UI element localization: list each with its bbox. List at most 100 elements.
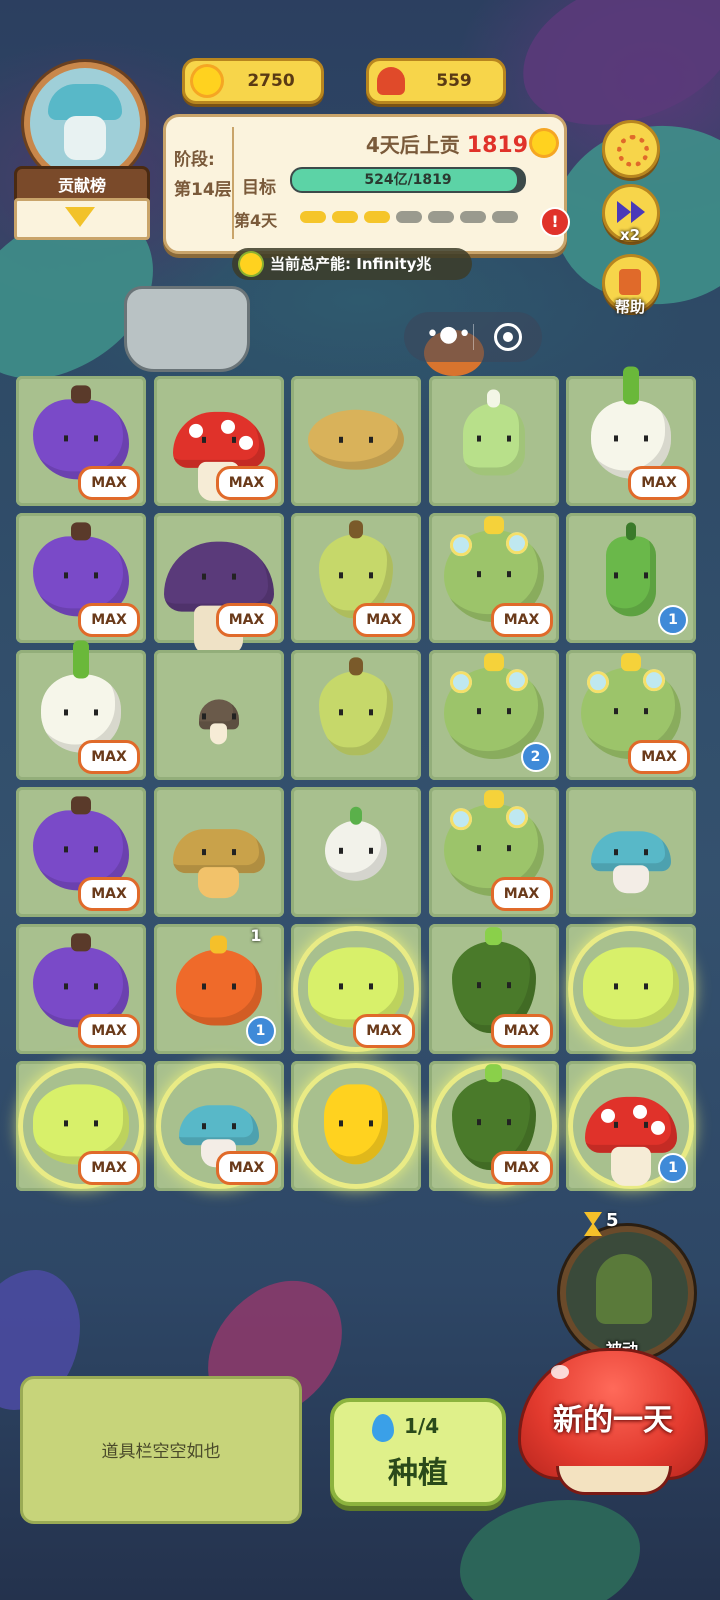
plant-face [201, 1123, 236, 1130]
day-progress [300, 205, 540, 229]
grid-tile[interactable]: MAX [16, 924, 146, 1054]
production-row: 当前总产能: Infinity兆 [270, 248, 431, 280]
plant-face [64, 983, 98, 990]
small-mushroom-icon [198, 699, 239, 745]
plant-face [64, 709, 98, 716]
grid-tile[interactable]: MAX [153, 376, 284, 506]
day-dash [332, 211, 358, 223]
grid-tile[interactable] [291, 787, 421, 917]
help-label: 帮助 [614, 298, 645, 316]
grid-tile[interactable]: MAX [428, 513, 559, 643]
mushroom-value: 559 [436, 71, 472, 91]
sun-icon [532, 131, 556, 155]
growth-counter: 1 [250, 926, 262, 945]
grid-tile[interactable]: MAX [566, 650, 696, 780]
day-dash [364, 211, 390, 223]
plant-stem [485, 927, 502, 946]
grid-tile[interactable]: 11 [153, 924, 284, 1054]
alert-icon[interactable]: ! [540, 207, 570, 237]
hourglass-icon [584, 1212, 602, 1236]
pear-icon [319, 657, 393, 756]
day-dash [492, 211, 518, 223]
plant-face [64, 572, 98, 579]
plant-stem [626, 522, 636, 541]
sun-counter: 2750 [182, 58, 324, 104]
grid-tile[interactable] [291, 1061, 421, 1191]
menu-capsule[interactable]: •●• [404, 312, 542, 362]
plant-stem [483, 516, 504, 535]
grid-tile[interactable] [153, 787, 284, 917]
flower-icon [449, 534, 472, 557]
plant-stem [621, 653, 641, 672]
plant-stem [71, 933, 91, 952]
flower-icon [587, 671, 609, 694]
grid-tile[interactable]: MAX [16, 376, 146, 506]
plant-stem [71, 796, 91, 815]
red-mushroom-icon [172, 411, 265, 502]
mushroom-spot [651, 1120, 665, 1135]
purple-mushroom-icon [163, 541, 274, 655]
fast-forward-icon [617, 201, 645, 223]
grid-tile[interactable] [153, 650, 284, 780]
deadline-text: 4天后上贡 [365, 133, 460, 157]
max-badge: MAX [78, 877, 140, 911]
settings-button[interactable] [602, 120, 660, 178]
grid-tile[interactable]: MAX [16, 640, 146, 780]
grid-tile[interactable]: MAX [428, 1061, 559, 1191]
plant-button[interactable]: 1/4 种植 [330, 1398, 506, 1506]
max-badge: MAX [215, 1151, 278, 1185]
grid-tile[interactable]: MAX [153, 513, 284, 655]
flower-icon [505, 806, 528, 829]
grid-tile[interactable]: 1 [566, 1061, 696, 1191]
plant-stem [348, 520, 364, 539]
day-dash [396, 211, 422, 223]
leaderboard-button[interactable]: 贡献榜 [12, 58, 150, 240]
grid-tile[interactable]: MAX [291, 513, 421, 643]
plant-face [476, 845, 511, 852]
turnip-icon [325, 806, 387, 881]
grid-tile[interactable] [428, 376, 559, 506]
passive-count: 5 [606, 1210, 619, 1231]
day-dash [428, 211, 454, 223]
plant-grid: MAX MAX MAX MAX MAX MAX MAX 1 MAX 2 MAX MAX MAX MAX 1 1… [16, 366, 696, 1196]
grid-tile[interactable]: MAX [566, 366, 696, 506]
more-icon[interactable]: •●• [426, 324, 471, 349]
plant-face [614, 983, 648, 990]
grid-tile[interactable]: MAX [153, 1061, 284, 1191]
plant-face [339, 847, 373, 854]
close-circle-icon[interactable] [494, 323, 522, 351]
grid-tile[interactable]: MAX [16, 787, 146, 917]
grid-tile[interactable] [566, 924, 696, 1054]
plant-face [64, 1120, 98, 1127]
grid-tile[interactable]: MAX [16, 513, 146, 643]
max-badge: MAX [215, 466, 278, 500]
plant-face [614, 849, 648, 856]
plant-face [201, 573, 236, 580]
game-screen: •●• 贡献榜 2750 559 阶段: 第14层 4天后上贡 1819 目标 … [0, 0, 720, 1600]
plant-stem [349, 806, 363, 825]
max-badge: MAX [628, 740, 690, 774]
goal-progress-text: 524亿/1819 [364, 172, 452, 188]
grid-tile[interactable]: 2 [428, 650, 559, 780]
plant-face [476, 1119, 511, 1126]
speed-label: x2 [619, 226, 641, 244]
max-badge: MAX [628, 466, 690, 500]
grid-tile[interactable]: MAX [428, 787, 559, 917]
grid-tile[interactable]: MAX [16, 1061, 146, 1191]
plant-stem [483, 790, 504, 809]
grid-tile[interactable] [291, 650, 421, 780]
flower-icon [449, 808, 472, 831]
grid-tile[interactable] [291, 376, 421, 506]
flower-icon [505, 669, 528, 692]
plant-face [201, 983, 236, 990]
plant-face [339, 436, 373, 443]
grid-tile[interactable]: MAX [428, 924, 559, 1054]
potato-icon [308, 409, 404, 470]
plant-label: 种植 [388, 1456, 448, 1491]
grid-tile[interactable]: MAX [291, 924, 421, 1054]
mushroom-spot [220, 419, 235, 434]
new-day-button[interactable]: 新的一天 [518, 1348, 708, 1480]
max-badge: MAX [78, 466, 140, 500]
grid-tile[interactable]: 1 [566, 513, 696, 643]
grid-tile[interactable] [566, 787, 696, 917]
